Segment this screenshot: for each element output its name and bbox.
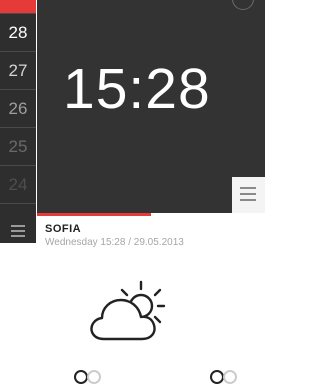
day-number: 26	[8, 99, 28, 118]
day-item-active[interactable]	[0, 0, 36, 14]
temperature-partial-icon	[210, 370, 237, 384]
city-name: SOFIA	[45, 223, 82, 235]
day-item-27[interactable]: 27	[0, 52, 36, 90]
hamburger-icon[interactable]	[0, 219, 36, 243]
day-item-26[interactable]: 26	[0, 90, 36, 128]
day-number: 27	[8, 61, 28, 80]
day-item-25[interactable]: 25	[0, 128, 36, 166]
day-item-28[interactable]: 28	[0, 14, 36, 52]
day-number: 24	[8, 175, 28, 194]
hamburger-icon[interactable]	[232, 177, 265, 213]
day-number: 25	[8, 137, 28, 156]
date-time-label: Wednesday 15:28 / 29.05.2013	[45, 237, 184, 248]
day-item-24[interactable]: 24	[0, 166, 36, 204]
clock-time: 15:28	[63, 57, 211, 121]
accent-line	[37, 213, 151, 216]
temperature-partial-icon	[74, 370, 101, 384]
partly-cloudy-icon	[90, 280, 166, 341]
day-selector-sidebar: 28 27 26 25 24	[0, 0, 36, 243]
day-number: 28	[8, 23, 28, 42]
